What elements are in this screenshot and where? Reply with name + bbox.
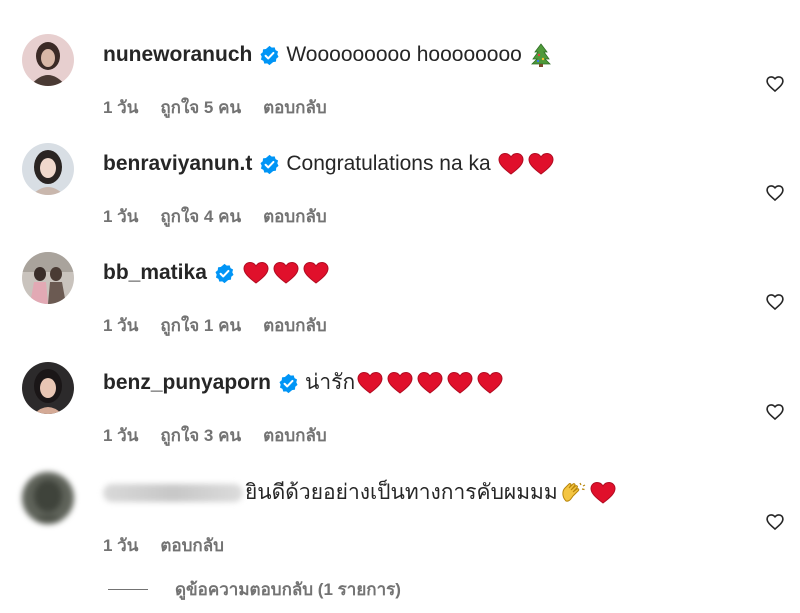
like-count[interactable]: ถูกใจ 5 คน [160,94,241,121]
clapping-hands-emoji-icon [560,481,586,505]
username[interactable]: nuneworanuch [103,42,252,68]
comment-meta: 1 วัน ถูกใจ 1 คน ตอบกลับ [103,312,327,339]
avatar[interactable] [22,472,74,524]
reply-button[interactable]: ตอบกลับ [160,532,224,559]
comment-body: benz_punyaporn น่ารัก [103,370,740,396]
replies-divider [108,589,148,590]
avatar[interactable] [22,252,74,304]
red-heart-emoji-icon [498,152,524,176]
red-heart-emoji-icon [447,371,473,395]
blurred-username[interactable] [103,484,243,502]
comment-text: ยินดีด้วยอย่างเป็นทางการคับผมมม [245,481,558,504]
red-heart-emoji-icon [417,371,443,395]
username[interactable]: benz_punyaporn [103,370,271,396]
comment-item: benz_punyaporn น่ารัก 1 วัน ถูกใจ 3 คน ต… [0,352,800,452]
comment-item: bb_matika 1 วัน ถูกใจ 1 คน ตอบกลับ [0,242,800,342]
comment-body: ยินดีด้วยอย่างเป็นทางการคับผมมม [103,480,740,506]
comment-meta: 1 วัน ถูกใจ 4 คน ตอบกลับ [103,203,327,230]
red-heart-emoji-icon [590,481,616,505]
verified-badge-icon [279,373,298,393]
reply-button[interactable]: ตอบกลับ [263,94,327,121]
like-count[interactable]: ถูกใจ 1 คน [160,312,241,339]
comment-item: benraviyanun.t Congratulations na ka 1 ว… [0,133,800,233]
view-replies-button[interactable]: ดูข้อความตอบกลับ (1 รายการ) [108,576,401,603]
red-heart-emoji-icon [528,152,554,176]
verified-badge-icon [260,154,279,174]
like-heart-icon[interactable] [765,74,785,94]
avatar[interactable] [22,362,74,414]
avatar[interactable] [22,34,74,86]
like-count[interactable]: ถูกใจ 3 คน [160,422,241,449]
username[interactable]: bb_matika [103,260,207,286]
comment-body: nuneworanuch Wooooooooo hoooooooo [103,42,740,68]
comment-time[interactable]: 1 วัน [103,94,138,121]
red-heart-emoji-icon [303,261,329,285]
comment-time[interactable]: 1 วัน [103,312,138,339]
christmas-tree-emoji-icon [530,43,552,67]
comment-meta: 1 วัน ถูกใจ 5 คน ตอบกลับ [103,94,327,121]
red-heart-emoji-icon [273,261,299,285]
like-heart-icon[interactable] [765,512,785,532]
comment-item: nuneworanuch Wooooooooo hoooooooo 1 วัน … [0,24,800,124]
comment-time[interactable]: 1 วัน [103,532,138,559]
comment-meta: 1 วัน ตอบกลับ [103,532,224,559]
comment-body: bb_matika [103,260,740,286]
comment-body: benraviyanun.t Congratulations na ka [103,151,740,177]
comment-time[interactable]: 1 วัน [103,422,138,449]
comment-list: nuneworanuch Wooooooooo hoooooooo 1 วัน … [0,0,800,613]
comment-text: Congratulations na ka [286,152,491,175]
red-heart-emoji-icon [243,261,269,285]
comment-time[interactable]: 1 วัน [103,203,138,230]
comment-item: ยินดีด้วยอย่างเป็นทางการคับผมมม 1 วัน ตอ… [0,462,800,562]
red-heart-emoji-icon [357,371,383,395]
red-heart-emoji-icon [387,371,413,395]
verified-badge-icon [260,45,279,65]
comment-meta: 1 วัน ถูกใจ 3 คน ตอบกลับ [103,422,327,449]
like-heart-icon[interactable] [765,402,785,422]
red-heart-emoji-icon [477,371,503,395]
reply-button[interactable]: ตอบกลับ [263,422,327,449]
verified-badge-icon [215,263,234,283]
comment-text: Wooooooooo hoooooooo [286,43,522,66]
username[interactable]: benraviyanun.t [103,151,252,177]
like-heart-icon[interactable] [765,292,785,312]
reply-button[interactable]: ตอบกลับ [263,203,327,230]
view-replies-label: ดูข้อความตอบกลับ (1 รายการ) [175,580,401,599]
reply-button[interactable]: ตอบกลับ [263,312,327,339]
avatar[interactable] [22,143,74,195]
like-heart-icon[interactable] [765,183,785,203]
comment-text: น่ารัก [305,371,356,394]
like-count[interactable]: ถูกใจ 4 คน [160,203,241,230]
